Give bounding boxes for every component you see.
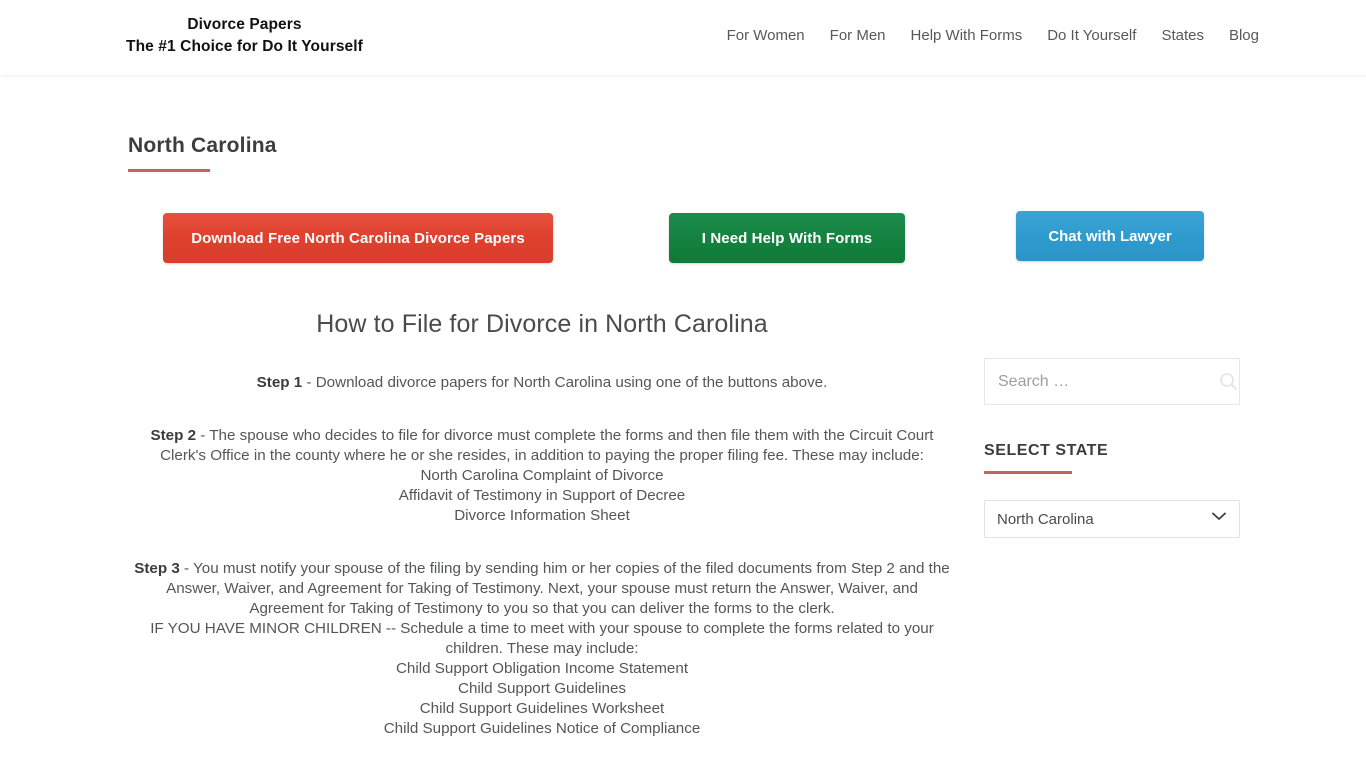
main-content: North Carolina Download Free North Carol… (128, 75, 956, 739)
nav-item-do-it-yourself[interactable]: Do It Yourself (1047, 27, 1136, 44)
page-body: North Carolina Download Free North Carol… (0, 75, 1366, 768)
site-brand[interactable]: Divorce Papers The #1 Choice for Do It Y… (112, 14, 377, 59)
nav-item-help-with-forms[interactable]: Help With Forms (911, 27, 1023, 44)
nav-item-states[interactable]: States (1161, 27, 1204, 44)
step-1-label: Step 1 (256, 374, 303, 392)
select-state-heading: SELECT STATE (984, 442, 1109, 459)
search-submit-button[interactable] (1217, 359, 1239, 404)
step-1-text: - Download divorce papers for North Caro… (302, 374, 828, 392)
step-3-document-2: Child Support Guidelines (457, 680, 626, 698)
step-2-document-3: Divorce Information Sheet (454, 507, 630, 525)
page-title-underline (128, 169, 210, 172)
search-icon (1219, 373, 1237, 390)
action-button-row: Download Free North Carolina Divorce Pap… (128, 213, 956, 263)
chat-with-lawyer-button[interactable]: Chat with Lawyer (1016, 211, 1204, 261)
step-3-text: - You must notify your spouse of the fil… (166, 560, 950, 618)
step-2-text: - The spouse who decides to file for div… (160, 427, 934, 465)
article: How to File for Divorce in North Carolin… (128, 309, 956, 739)
search-widget (984, 358, 1240, 405)
download-papers-button[interactable]: Download Free North Carolina Divorce Pap… (163, 213, 553, 263)
step-3-document-1: Child Support Obligation Income Statemen… (395, 660, 689, 678)
step-3-paragraph: Step 3 - You must notify your spouse of … (128, 559, 956, 619)
step-2-document-2: Affidavit of Testimony in Support of Dec… (398, 487, 686, 505)
article-title: How to File for Divorce in North Carolin… (316, 310, 768, 338)
nav-item-for-women[interactable]: For Women (727, 27, 805, 44)
brand-tagline: The #1 Choice for Do It Yourself (126, 38, 363, 56)
site-header: Divorce Papers The #1 Choice for Do It Y… (0, 0, 1366, 75)
select-state-underline (984, 471, 1072, 474)
nav-item-for-men[interactable]: For Men (830, 27, 886, 44)
help-with-forms-button[interactable]: I Need Help With Forms (669, 213, 905, 263)
brand-title: Divorce Papers (187, 16, 302, 33)
step-3-document-4: Child Support Guidelines Notice of Compl… (383, 720, 701, 738)
step-2-label: Step 2 (150, 427, 197, 445)
step-3-document-3: Child Support Guidelines Worksheet (419, 700, 665, 718)
page-title: North Carolina (128, 134, 277, 157)
step-1-paragraph: Step 1 - Download divorce papers for Nor… (128, 373, 956, 393)
search-input[interactable] (985, 372, 1217, 391)
main-navigation: For Women For Men Help With Forms Do It … (727, 27, 1259, 44)
step-2-paragraph: Step 2 - The spouse who decides to file … (128, 426, 956, 466)
step-3-minor-children-note: IF YOU HAVE MINOR CHILDREN -- Schedule a… (150, 620, 934, 658)
step-3-label: Step 3 (134, 560, 180, 578)
nav-item-blog[interactable]: Blog (1229, 27, 1259, 44)
step-2-document-1: North Carolina Complaint of Divorce (420, 467, 664, 485)
state-select-dropdown[interactable]: North Carolina (984, 500, 1240, 538)
